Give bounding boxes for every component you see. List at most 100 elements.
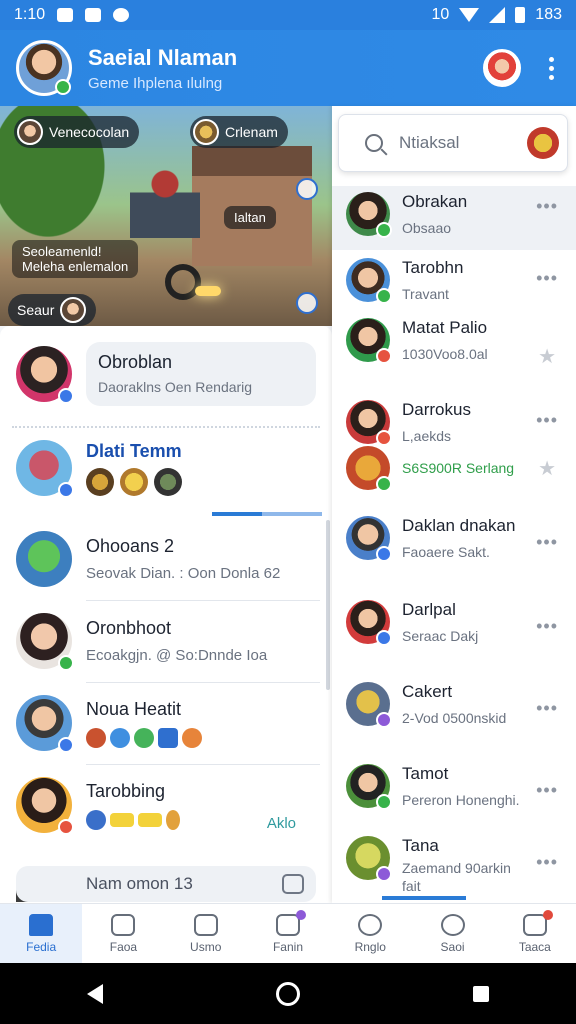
compose-box[interactable]: Obroblan Daoraklns Oen Rendarig bbox=[86, 342, 316, 406]
avatar bbox=[60, 297, 87, 323]
profile-search-icon[interactable] bbox=[483, 49, 521, 87]
avatar bbox=[346, 318, 392, 364]
list-item-name: Tarobbing bbox=[86, 780, 166, 801]
list-item[interactable]: Ohooans 2 Seovak Dian. : Oon Donla 62 bbox=[0, 518, 332, 600]
list-item-sub: Seraac Dakj bbox=[402, 628, 479, 644]
scroll-indicator bbox=[382, 896, 466, 900]
banner-chip-right-label: Crlenam bbox=[225, 124, 278, 140]
avatar bbox=[16, 346, 74, 404]
list-item-sub: L,aekds bbox=[402, 428, 452, 444]
avatar bbox=[16, 613, 74, 671]
app-subtitle: Geme Ihplena ılulng bbox=[88, 74, 223, 92]
more-horiz-icon[interactable]: ••• bbox=[536, 196, 558, 217]
status-bar: 1:10 10 183 bbox=[0, 0, 576, 30]
list-item[interactable]: Matat Palio 1030Voo8.0al ★ bbox=[332, 318, 576, 378]
groups-icon bbox=[358, 913, 383, 936]
compose-row[interactable]: Obroblan Daoraklns Oen Rendarig bbox=[0, 334, 332, 414]
avatar bbox=[346, 836, 392, 882]
tab-label: Fanin bbox=[272, 939, 303, 954]
recents-icon[interactable] bbox=[473, 985, 490, 1002]
list-item-name: Nam omon 13 bbox=[86, 874, 193, 893]
notification-icon bbox=[85, 8, 102, 22]
target-icon[interactable] bbox=[296, 292, 318, 314]
search-input[interactable]: Ntiaksal bbox=[338, 114, 568, 172]
banner-blast bbox=[195, 286, 221, 296]
avatar[interactable] bbox=[527, 127, 559, 159]
list-item[interactable]: Oronbhoot Ecoakgjn. @ So:Dnnde Ioa bbox=[0, 600, 332, 682]
online-status-icon bbox=[376, 794, 392, 810]
tag-badge bbox=[138, 812, 162, 827]
tab-search[interactable]: Saoi bbox=[411, 904, 493, 963]
list-item[interactable]: Tarobbing Aklo bbox=[0, 764, 332, 846]
tag-badge bbox=[110, 812, 134, 827]
status-icon bbox=[376, 348, 392, 364]
list-item-sub: Zaemand 90arkin bbox=[402, 860, 511, 876]
star-icon[interactable]: ★ bbox=[538, 456, 556, 481]
online-status-icon bbox=[55, 79, 71, 95]
tab-feed[interactable]: Faoa bbox=[82, 904, 164, 963]
list-item[interactable]: Tarobhn Travant ••• bbox=[332, 258, 576, 318]
list-item-sub: Travant bbox=[402, 286, 449, 302]
more-horiz-icon[interactable]: ••• bbox=[536, 852, 558, 873]
list-item[interactable]: Tamot Pereron Honenghi. ••• bbox=[332, 764, 576, 834]
status-icon bbox=[376, 866, 392, 882]
banner-chip-left-label: Venecocolan bbox=[49, 124, 130, 140]
home-circle-icon[interactable] bbox=[275, 981, 300, 1006]
list-item-name: Darlpal bbox=[402, 600, 456, 619]
more-horiz-icon[interactable]: ••• bbox=[536, 780, 558, 801]
tab-label: Usmo bbox=[190, 939, 222, 954]
game-icon[interactable] bbox=[120, 467, 148, 496]
list-item-sub: 1030Voo8.0al bbox=[402, 346, 488, 362]
banner-chip-right[interactable]: Crlenam bbox=[190, 116, 288, 148]
verified-icon bbox=[58, 388, 74, 404]
list-item[interactable]: Darlpal Seraac Dakj ••• bbox=[332, 600, 576, 670]
game-icon[interactable] bbox=[154, 467, 182, 496]
more-horiz-icon[interactable]: ••• bbox=[536, 698, 558, 719]
list-item[interactable]: Tana Zaemand 90arkin fait ••• bbox=[332, 836, 576, 900]
more-horiz-icon[interactable]: ••• bbox=[536, 616, 558, 637]
progress-bar bbox=[212, 512, 322, 516]
list-item[interactable]: Noua Heatit bbox=[0, 682, 332, 764]
shield-icon[interactable] bbox=[296, 178, 318, 200]
tab-games[interactable]: Usmo bbox=[165, 904, 247, 963]
banner-bottom-chip[interactable]: Seaur bbox=[8, 294, 97, 326]
status-icon bbox=[376, 430, 392, 446]
game-icon[interactable] bbox=[86, 467, 114, 496]
star-icon[interactable]: ★ bbox=[538, 344, 556, 369]
scrollbar[interactable] bbox=[326, 520, 330, 690]
list-item[interactable]: Daklan dnakan Faoaere Sakt. ••• bbox=[332, 516, 576, 586]
list-item[interactable]: S6S900R Serlang ★ bbox=[332, 446, 576, 492]
tab-friends[interactable]: Fanin bbox=[247, 904, 329, 963]
avatar bbox=[346, 192, 392, 238]
tab-groups[interactable]: Rnglo bbox=[329, 904, 411, 963]
game-banner[interactable]: Venecocolan Crlenam Ialtan Seoleamenld! … bbox=[0, 106, 332, 326]
reaction-icon bbox=[182, 727, 202, 748]
list-item[interactable]: Cakert 2-Vod 0500nskid ••• bbox=[332, 682, 576, 752]
progress-fill bbox=[212, 512, 262, 516]
list-item[interactable]: Nam omon 13 bbox=[16, 866, 316, 902]
banner-pill[interactable]: Ialtan bbox=[224, 206, 276, 229]
search-placeholder: Ntiaksal bbox=[399, 133, 460, 152]
emoji-row bbox=[86, 809, 180, 830]
back-icon[interactable] bbox=[86, 983, 103, 1004]
more-horiz-icon[interactable]: ••• bbox=[536, 410, 558, 431]
list-item-name: Cakert bbox=[402, 682, 453, 701]
more-vert-icon[interactable] bbox=[549, 56, 554, 80]
profile-avatar[interactable] bbox=[16, 40, 72, 96]
at-icon bbox=[440, 913, 465, 936]
list-item[interactable]: Obrakan Obsaao ••• bbox=[332, 186, 576, 250]
list-item-sub: Seovak Dian. : Oon Donla 62 bbox=[86, 565, 281, 582]
list-item-name: Obrakan bbox=[402, 192, 468, 211]
reaction-icon bbox=[166, 809, 180, 830]
notification-icon bbox=[57, 8, 74, 22]
more-horiz-icon[interactable]: ••• bbox=[536, 268, 558, 289]
search-icon bbox=[365, 134, 383, 152]
banner-chip-left[interactable]: Venecocolan bbox=[14, 116, 140, 148]
camera-icon[interactable] bbox=[282, 874, 304, 894]
chat-list-right: Ntiaksal Obrakan Obsaao ••• Tarobhn Trav… bbox=[332, 106, 576, 903]
reaction-icon bbox=[86, 727, 106, 748]
tab-home[interactable]: Fedia bbox=[0, 904, 83, 963]
more-horiz-icon[interactable]: ••• bbox=[536, 532, 558, 553]
tab-notifications[interactable]: Taaca bbox=[494, 904, 576, 963]
featured-row[interactable]: Dlati Temm bbox=[16, 436, 332, 500]
